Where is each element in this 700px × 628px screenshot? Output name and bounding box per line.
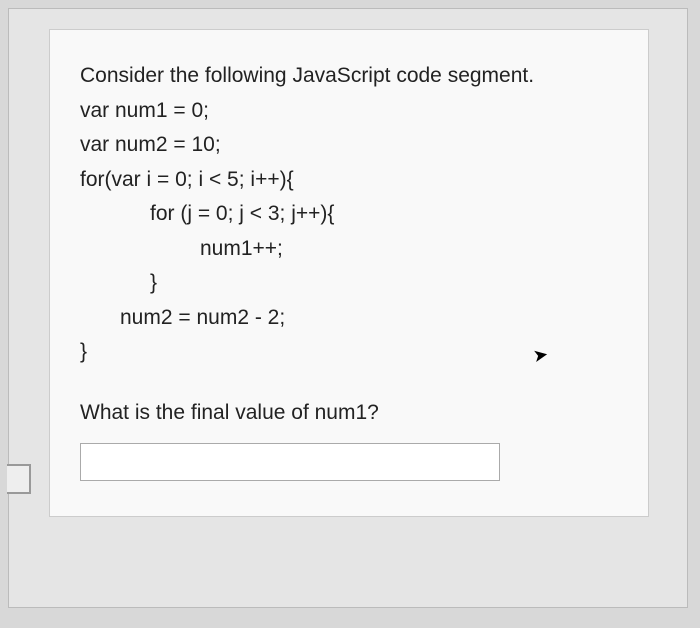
page-container: Consider the following JavaScript code s… — [8, 8, 688, 608]
code-line-4: for (j = 0; j < 3; j++){ — [80, 198, 618, 231]
question-text: What is the final value of num1? — [80, 401, 618, 425]
question-card: Consider the following JavaScript code s… — [49, 29, 649, 517]
code-line-5: num1++; — [80, 233, 618, 266]
code-line-1: var num1 = 0; — [80, 95, 618, 128]
answer-input[interactable] — [80, 443, 500, 481]
code-line-2: var num2 = 10; — [80, 129, 618, 162]
cursor-icon: ➤ — [531, 344, 550, 367]
code-line-6: } — [80, 267, 618, 300]
code-line-3: for(var i = 0; i < 5; i++){ — [80, 164, 618, 197]
code-line-7: num2 = num2 - 2; — [80, 302, 618, 335]
side-checkbox[interactable] — [7, 464, 31, 494]
intro-text: Consider the following JavaScript code s… — [80, 60, 618, 93]
